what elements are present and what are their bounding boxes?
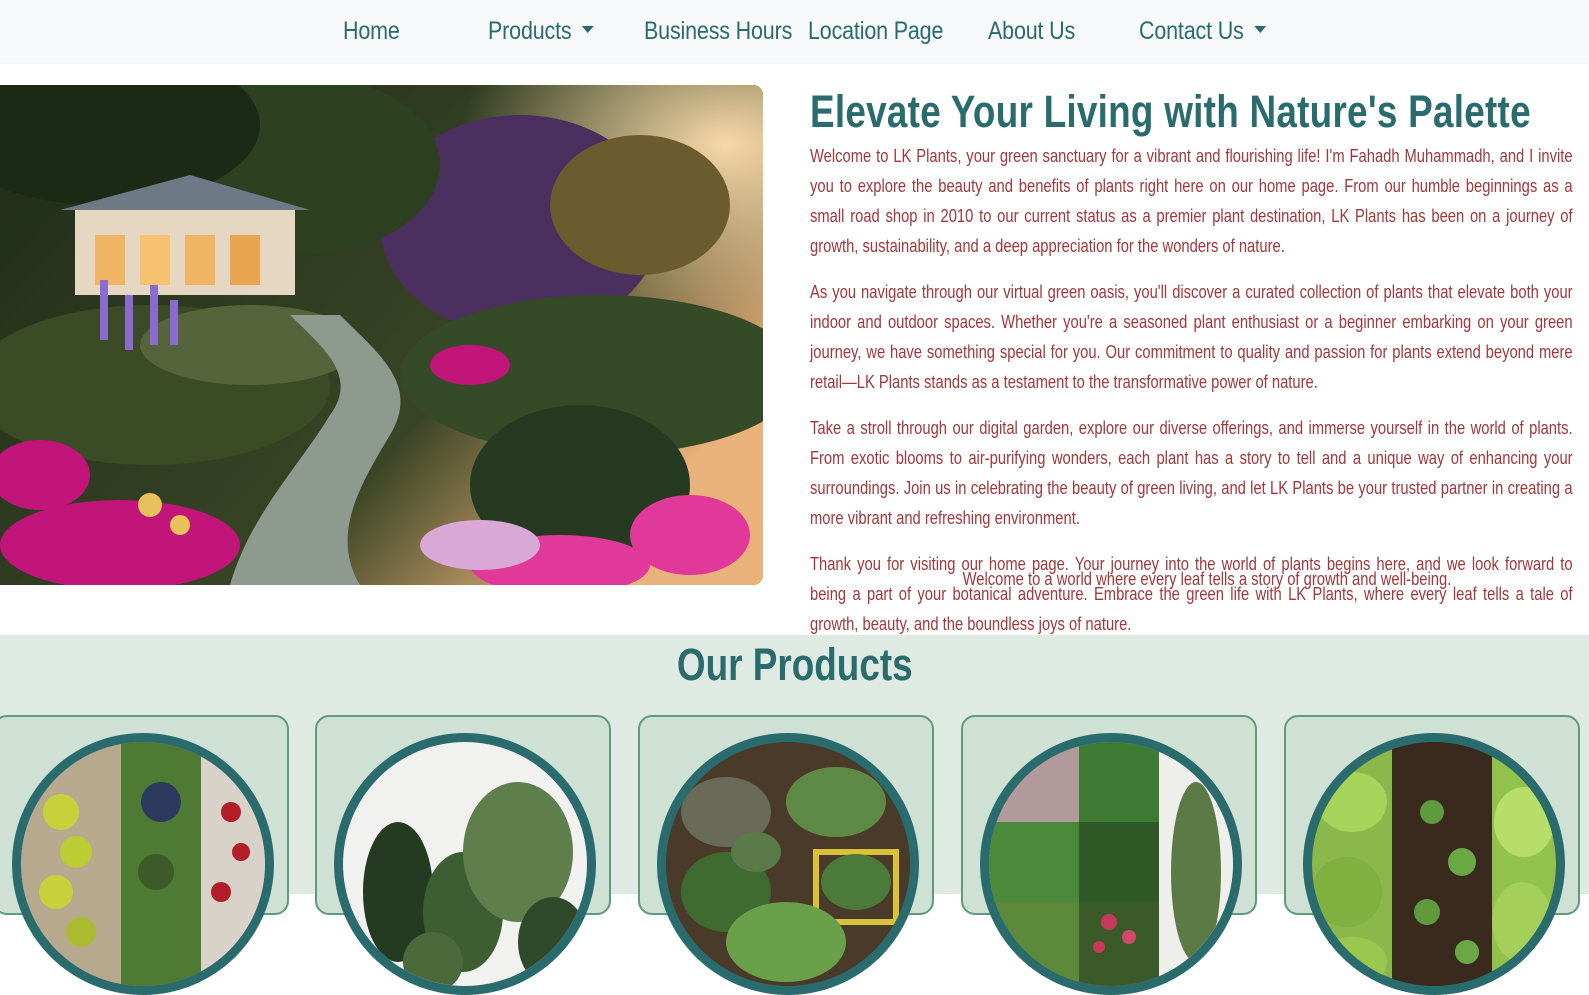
- nav-business-hours-link[interactable]: Business Hours: [644, 14, 792, 48]
- nav-home-link[interactable]: Home: [343, 14, 400, 48]
- hero-title: Elevate Your Living with Nature's Palett…: [810, 86, 1531, 137]
- chevron-down-icon: [1253, 25, 1266, 33]
- hero-garden-image: [0, 85, 763, 585]
- product-card-indoor-plants[interactable]: [315, 715, 611, 995]
- hero-paragraph: Welcome to LK Plants, your green sanctua…: [810, 146, 1573, 256]
- vegetable-seedlings-image: [1303, 733, 1565, 995]
- product-card-vegetable-seedlings[interactable]: [1284, 715, 1580, 995]
- nav-products-dropdown[interactable]: Products: [488, 14, 594, 48]
- hero-tagline: Welcome to a world where every leaf tell…: [962, 569, 1452, 589]
- top-navbar: Home Products Business Hours Location Pa…: [0, 0, 1589, 63]
- products-title: Our Products: [676, 639, 913, 690]
- product-card-medicinal-plants[interactable]: [961, 715, 1257, 995]
- medicinal-plants-image: [980, 733, 1242, 995]
- nav-about-us-link[interactable]: About Us: [988, 14, 1075, 48]
- fruit-plants-image: [12, 733, 274, 995]
- hero-paragraph: Take a stroll through our digital garden…: [810, 418, 1573, 528]
- nav-location-page-link[interactable]: Location Page: [808, 14, 943, 48]
- hero-paragraph: As you navigate through our virtual gree…: [810, 282, 1573, 392]
- nav-contact-us-dropdown[interactable]: Contact Us: [1139, 14, 1266, 48]
- indoor-plants-image: [334, 733, 596, 995]
- products-section: Our Products: [0, 635, 1589, 995]
- product-card-fruit-plants[interactable]: [0, 715, 289, 995]
- herb-plants-image: [657, 733, 919, 995]
- hero-paragraph: Thank you for visiting our home page. Yo…: [810, 554, 1573, 634]
- chevron-down-icon: [581, 25, 594, 33]
- product-card-herb-plants[interactable]: [638, 715, 934, 995]
